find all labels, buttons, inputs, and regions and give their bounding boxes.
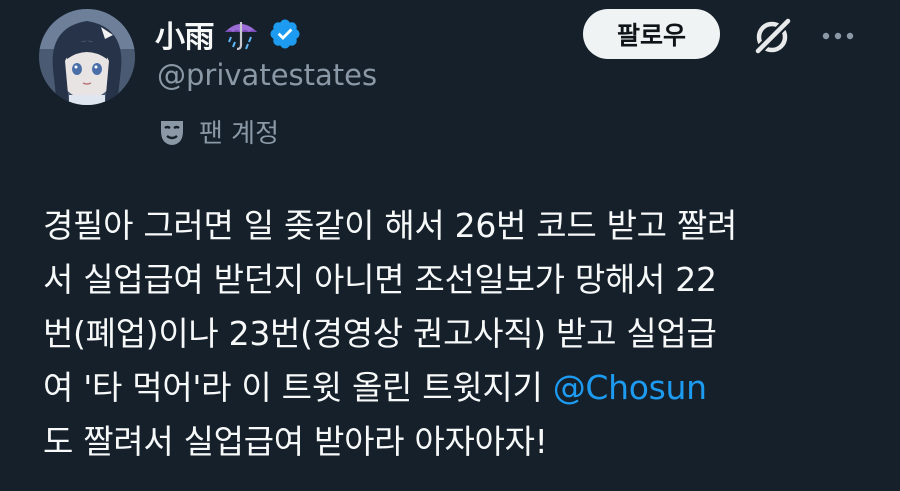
mask-icon <box>157 117 187 147</box>
tweet-line-2: 서 실업급여 받던지 아니면 조선일보가 망해서 22 <box>43 260 717 299</box>
tweet-line-4-text: 여 '타 먹어'라 이 트윗 올린 트윗지기 <box>43 368 553 407</box>
more-icon[interactable] <box>816 24 860 48</box>
tweet-line-1: 경필아 그러면 일 좆같이 해서 26번 코드 받고 짤려 <box>43 206 738 245</box>
account-label-row: 팬 계정 <box>157 113 279 150</box>
tweet-text: 경필아 그러면 일 좆같이 해서 26번 코드 받고 짤려 서 실업급여 받던지… <box>43 199 873 469</box>
umbrella-rain-icon <box>222 16 260 52</box>
avatar[interactable] <box>39 9 135 105</box>
tweet-line-5: 도 짤려서 실업급여 받아라 아자아자! <box>43 422 548 461</box>
avatar-image <box>39 9 135 105</box>
account-label: 팬 계정 <box>199 119 280 149</box>
mention-link[interactable]: @Chosun <box>553 368 707 407</box>
follow-button[interactable]: 팔로우 <box>583 9 720 59</box>
verified-badge-icon[interactable] <box>268 17 302 51</box>
name-row: 小雨 <box>155 12 302 56</box>
grok-icon[interactable] <box>750 15 794 59</box>
tweet-line-3: 번(폐업)이나 23번(경영상 권고사직) 받고 실업급 <box>43 314 717 353</box>
tweet-line-4: 여 '타 먹어'라 이 트윗 올린 트윗지기 @Chosun <box>43 361 873 415</box>
display-name[interactable]: 小雨 <box>155 12 215 56</box>
user-handle[interactable]: @privatestates <box>157 58 377 92</box>
